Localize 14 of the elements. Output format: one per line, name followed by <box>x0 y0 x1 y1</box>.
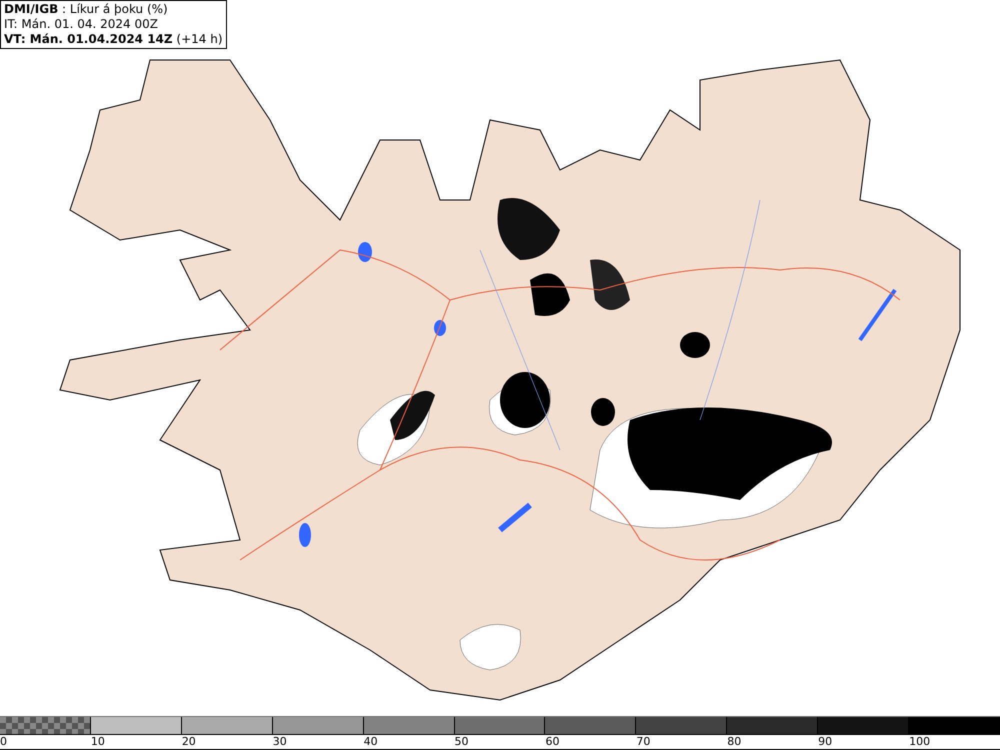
legend-tick-label: 20 <box>182 735 196 749</box>
legend-tick-label: 30 <box>272 735 287 749</box>
legend-tick-label: 0 <box>0 735 7 749</box>
legend-tick-label: 40 <box>364 735 378 749</box>
title-line: IT: Mán. 01. 04. 2024 00Z <box>4 17 159 32</box>
legend-tick-label: 100 <box>909 735 930 749</box>
legend-tick-label: 90 <box>818 735 832 749</box>
legend-tick-label: 50 <box>454 735 469 749</box>
legend-tick-label: 10 <box>90 735 105 749</box>
legend-tick-label: 70 <box>636 735 650 749</box>
legend-tick-label: 80 <box>727 735 742 749</box>
title-line: VT: Mán. 01.04.2024 14Z (+14 h) <box>4 32 223 47</box>
legend-tick-label: 60 <box>545 735 560 749</box>
title-line: DMI/IGB : Líkur á þoku (%) <box>4 2 169 17</box>
